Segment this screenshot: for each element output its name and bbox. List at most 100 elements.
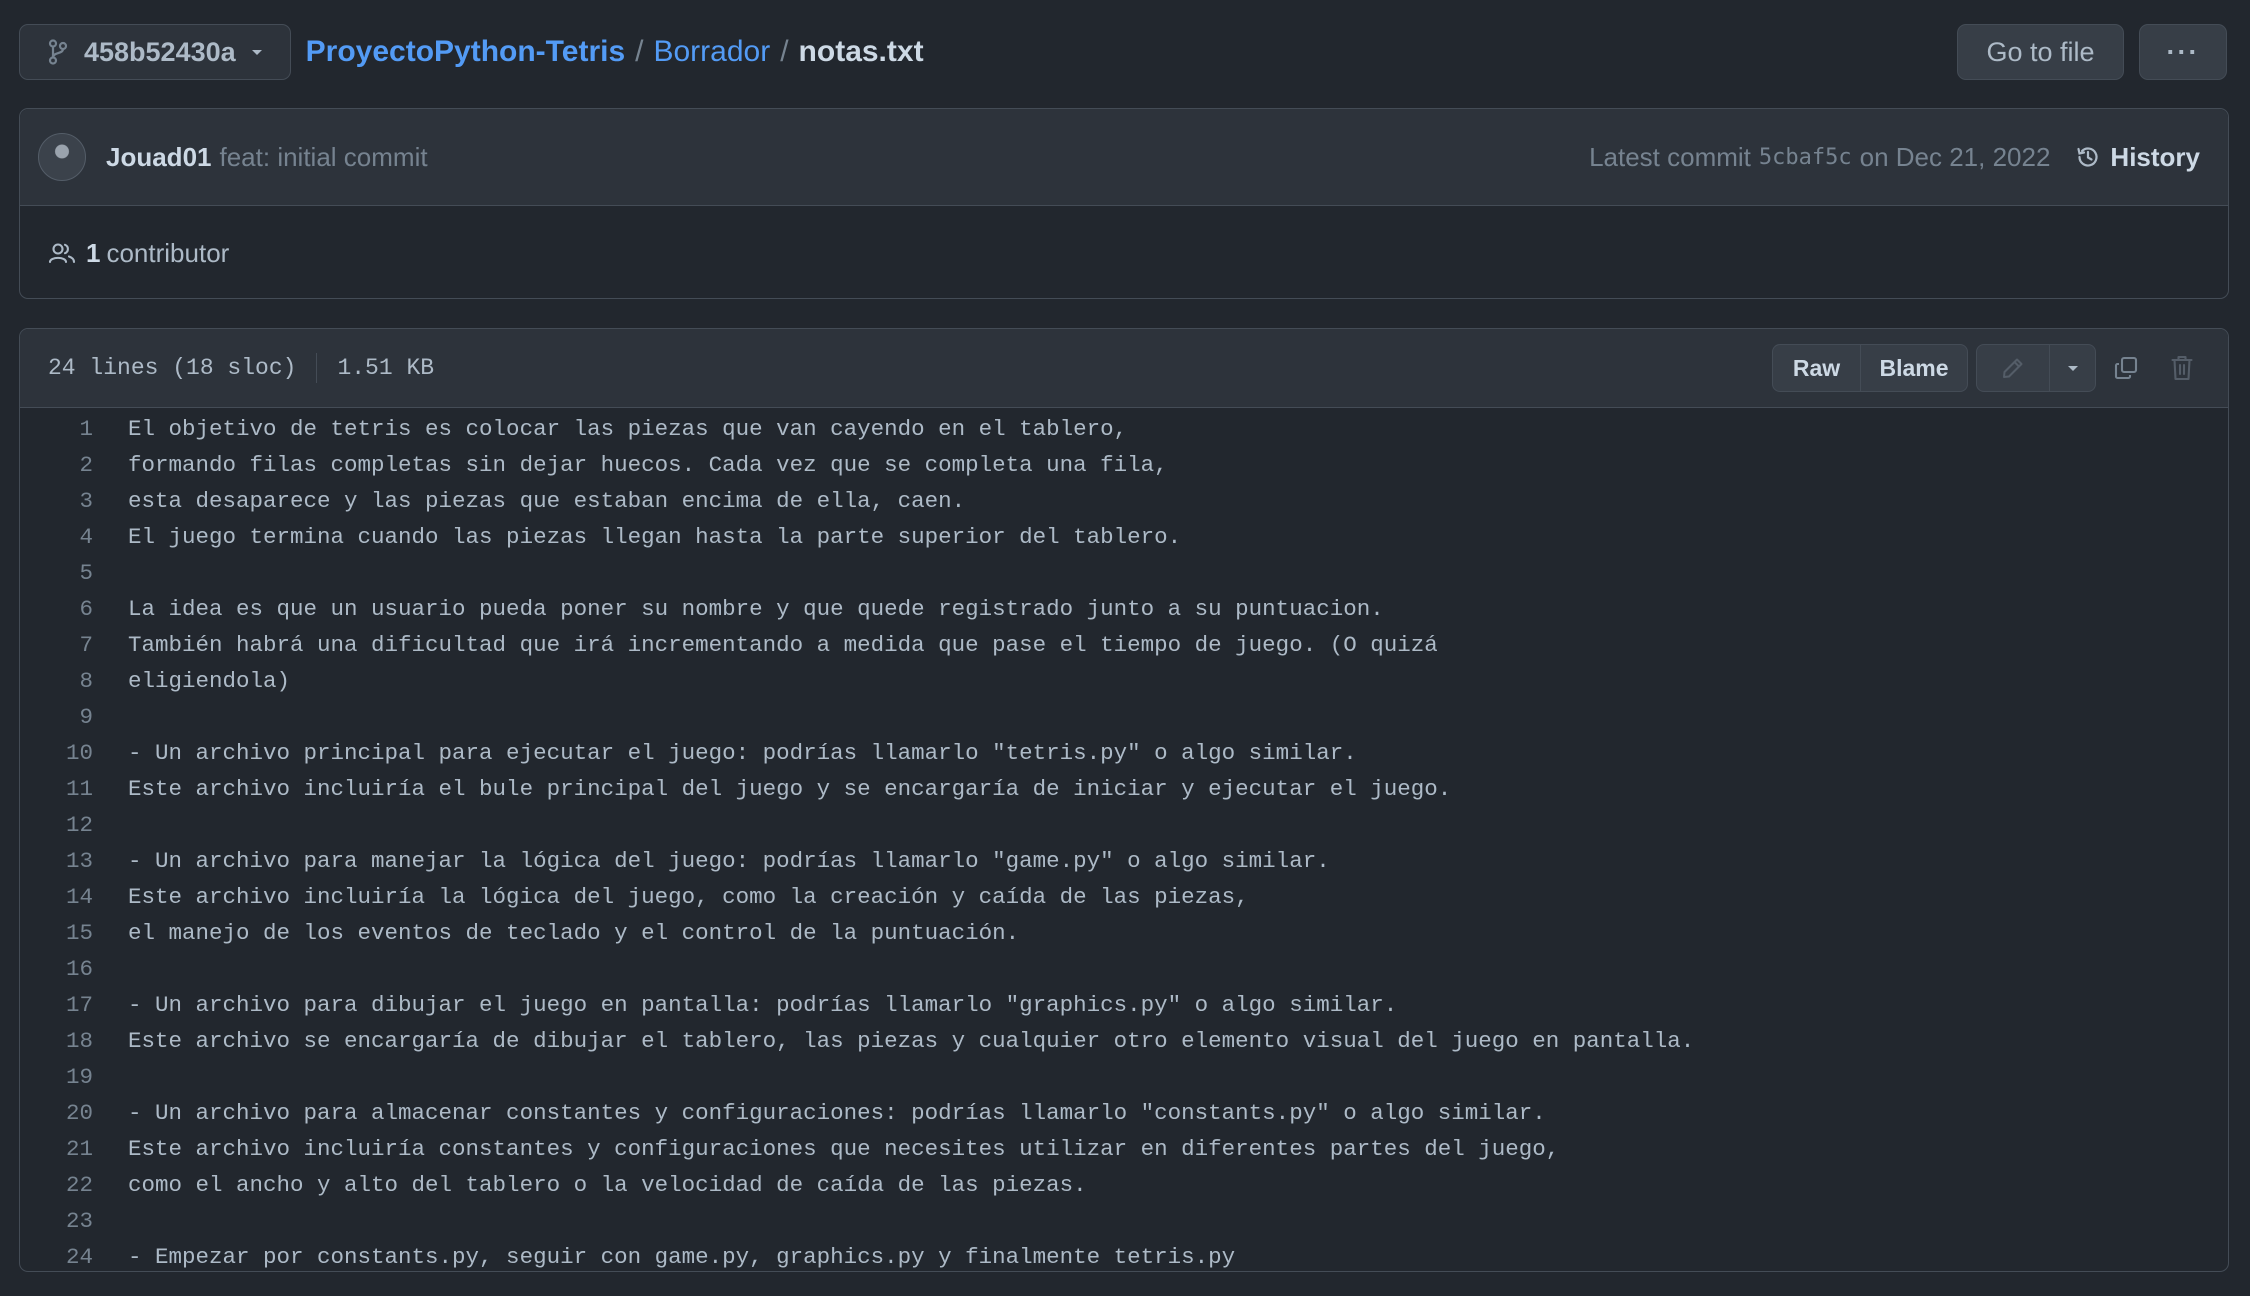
git-branch-icon [48,39,68,65]
file-info: 24 lines (18 sloc) 1.51 KB [48,353,434,383]
line-number[interactable]: 13 [20,848,93,874]
breadcrumb-separator: / [635,35,644,68]
code-line: 11 Este archivo incluiría el bule princip… [20,771,2228,807]
code-line: 9 [20,699,2228,735]
edit-options-dropdown[interactable] [2050,344,2096,392]
avatar[interactable] [38,133,86,181]
line-number[interactable]: 14 [20,884,93,910]
history-link[interactable]: History [2076,142,2200,173]
line-content: - Un archivo principal para ejecutar el … [128,740,1357,766]
line-content: Este archivo se encargaría de dibujar el… [128,1028,1695,1054]
code-line: 12 [20,807,2228,843]
code-line: 5 [20,555,2228,591]
delete-file-button[interactable] [2154,344,2210,392]
code-line: 7 También habrá una dificultad que irá in… [20,627,2228,663]
line-content: esta desaparece y las piezas que estaban… [128,488,966,514]
code-line: 20 - Un archivo para almacenar constantes… [20,1095,2228,1131]
line-number[interactable]: 22 [20,1172,93,1198]
line-number[interactable]: 15 [20,920,93,946]
line-number[interactable]: 4 [20,524,93,550]
breadcrumb-folder-link[interactable]: Borrador [653,35,770,69]
file-navigation-bar: 458b52430a ProyectoPython-Tetris / Borra… [19,24,2227,80]
branch-name: 458b52430a [84,36,236,67]
line-number[interactable]: 1 [20,416,93,442]
history-label: History [2110,141,2200,172]
branch-selector-button[interactable]: 458b52430a [19,24,291,80]
file-content-box: 24 lines (18 sloc) 1.51 KB Raw Blame 1 E… [19,328,2229,1272]
breadcrumb: ProyectoPython-Tetris / Borrador / notas… [306,35,924,69]
contributor-count: 1 [86,237,101,268]
breadcrumb-file-name: notas.txt [798,35,924,68]
code-line: 18 Este archivo se encargaría de dibujar … [20,1023,2228,1059]
code-line: 8 eligiendola) [20,663,2228,699]
line-content: - Empezar por constants.py, seguir con g… [128,1244,1236,1270]
line-number[interactable]: 10 [20,740,93,766]
line-number[interactable]: 20 [20,1100,93,1126]
go-to-file-button[interactable]: Go to file [1957,24,2124,80]
commit-message-link[interactable]: feat: initial commit [220,142,428,173]
commit-info-box: Jouad01 feat: initial commit Latest comm… [19,108,2229,299]
breadcrumb-separator: / [780,35,789,68]
more-options-button[interactable]: ··· [2139,24,2227,80]
code-line: 24 - Empezar por constants.py, seguir con… [20,1239,2228,1271]
raw-blame-group: Raw Blame [1772,344,1968,392]
file-size: 1.51 KB [337,355,435,381]
edit-group [1968,344,2096,392]
code-view: 1 El objetivo de tetris es colocar las pi… [20,408,2228,1271]
line-number[interactable]: 21 [20,1136,93,1162]
line-number[interactable]: 11 [20,776,93,802]
copy-icon [2112,354,2140,382]
copy-raw-button[interactable] [2098,344,2154,392]
line-number[interactable]: 23 [20,1208,93,1234]
raw-button[interactable]: Raw [1772,344,1861,392]
code-line: 6 La idea es que un usuario pueda poner s… [20,591,2228,627]
file-line-count: 24 lines (18 sloc) [48,355,297,381]
line-content: El objetivo de tetris es colocar las pie… [128,416,1128,442]
code-line: 17 - Un archivo para dibujar el juego en … [20,987,2228,1023]
line-number[interactable]: 18 [20,1028,93,1054]
code-line: 1 El objetivo de tetris es colocar las pi… [20,411,2228,447]
line-content: Este archivo incluiría la lógica del jue… [128,884,1249,910]
line-number[interactable]: 12 [20,812,93,838]
line-number[interactable]: 24 [20,1244,93,1270]
line-number[interactable]: 8 [20,668,93,694]
line-content: Este archivo incluiría el bule principal… [128,776,1452,802]
divider [316,353,318,383]
line-number[interactable]: 17 [20,992,93,1018]
line-content: eligiendola) [128,668,291,694]
latest-commit-label: Latest commit [1589,141,1751,172]
line-number[interactable]: 16 [20,956,93,982]
code-line: 3 esta desaparece y las piezas que estaba… [20,483,2228,519]
code-line: 19 [20,1059,2228,1095]
commit-sha-link[interactable]: 5cbaf5c [1759,145,1852,170]
line-number[interactable]: 9 [20,704,93,730]
line-number[interactable]: 2 [20,452,93,478]
edit-file-button[interactable] [1976,344,2050,392]
file-header: 24 lines (18 sloc) 1.51 KB Raw Blame [20,329,2228,408]
line-content: como el ancho y alto del tablero o la ve… [128,1172,1087,1198]
code-line: 10 - Un archivo principal para ejecutar e… [20,735,2228,771]
blame-button[interactable]: Blame [1861,344,1968,392]
line-content: También habrá una dificultad que irá inc… [128,632,1438,658]
line-number[interactable]: 3 [20,488,93,514]
code-line: 13 - Un archivo para manejar la lógica de… [20,843,2228,879]
contributors-row: 1 contributor [20,206,2228,300]
line-content: Este archivo incluiría constantes y conf… [128,1136,1560,1162]
breadcrumb-repo-link[interactable]: ProyectoPython-Tetris [306,35,626,69]
line-number[interactable]: 7 [20,632,93,658]
code-line: 2 formando filas completas sin dejar huec… [20,447,2228,483]
contributor-label[interactable]: contributor [106,238,229,269]
latest-commit-header: Jouad01 feat: initial commit Latest comm… [20,109,2228,206]
triangle-down-icon [2066,363,2080,373]
commit-author-link[interactable]: Jouad01 [106,142,212,173]
code-line: 16 [20,951,2228,987]
line-number[interactable]: 5 [20,560,93,586]
line-content: El juego termina cuando las piezas llega… [128,524,1182,550]
line-number[interactable]: 6 [20,596,93,622]
code-line: 14 Este archivo incluiría la lógica del j… [20,879,2228,915]
triangle-down-icon [250,47,264,57]
code-line: 21 Este archivo incluiría constantes y co… [20,1131,2228,1167]
line-number[interactable]: 19 [20,1064,93,1090]
pencil-icon [2001,356,2025,380]
file-view-page: 458b52430a ProyectoPython-Tetris / Borra… [0,0,2250,1296]
